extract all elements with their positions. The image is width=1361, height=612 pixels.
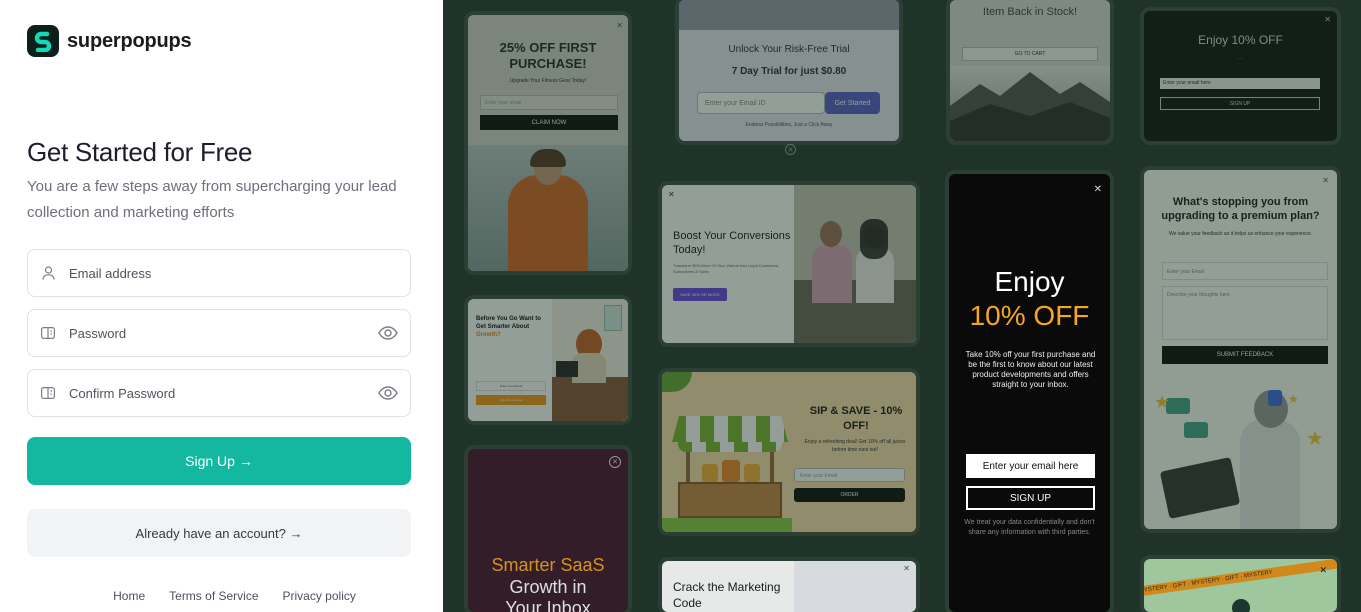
login-link-button[interactable]: Already have an account? → — [27, 509, 411, 557]
popup-email-input: Enter your email here — [1160, 78, 1320, 89]
go-to-cart-button: GO TO CART — [962, 47, 1098, 61]
popup-preview-saas: ✕ Smarter SaaS Growth in Your Inbox — [468, 449, 628, 612]
popup-footer-text: Endless Possibilities, Just a Click Away — [745, 122, 833, 128]
popup-body: Take 10% off your first purchase and be … — [965, 350, 1096, 389]
close-circle-icon: ✕ — [609, 456, 621, 468]
juice-stand-illustration — [662, 372, 792, 532]
popup-preview-growth: Before You Go Want to Get Smarter About … — [468, 299, 628, 421]
popup-title: 25% OFF FIRST PURCHASE! — [499, 40, 597, 71]
popup-preview-boost: ✕ Boost Your Conversions Today! Transfor… — [662, 185, 916, 343]
popup-subtitle: We value your feedback as it helps us en… — [1168, 231, 1313, 237]
popup-email-input: Enter your email — [480, 95, 618, 110]
popup-preview-marketing: Crack the Marketing Code ✕ — [662, 561, 916, 612]
popup-title: Boost Your Conversions Today! — [673, 230, 791, 256]
footer-home-link[interactable]: Home — [113, 589, 145, 603]
popup-title: SIP & SAVE - 10% OFF! — [809, 405, 903, 432]
model-hoodie-image — [468, 145, 628, 271]
signup-panel: superpopups Get Started for Free You are… — [0, 0, 443, 612]
password-field[interactable] — [27, 309, 411, 357]
popup-preview-feedback: ✕ What's stopping you from upgrading to … — [1144, 170, 1337, 529]
close-icon: ✕ — [616, 21, 623, 30]
popup-title-line3: Your Inbox — [505, 598, 591, 612]
popup-showcase: ✕ 25% OFF FIRST PURCHASE! Upgrade Your F… — [443, 0, 1361, 612]
mountain-image — [950, 66, 1110, 141]
popup-title-enjoy: Enjoy — [994, 266, 1065, 297]
close-circle-icon: ✕ — [785, 144, 796, 155]
popup-textarea: Describe your thoughts here — [1162, 286, 1328, 340]
popup-offer: 7 Day Trial for just $0.80 — [731, 66, 847, 77]
close-icon: ✕ — [1319, 565, 1327, 575]
popup-email-input: Enter Your Email — [476, 381, 546, 391]
page-subtitle: You are a few steps away from supercharg… — [27, 178, 397, 221]
person-laptop-illustration: ★ ★ ★ — [1144, 370, 1337, 529]
popup-title: Item Back in Stock! — [982, 6, 1078, 18]
show-confirm-password-eye-icon[interactable] — [378, 383, 398, 403]
brand-name: superpopups — [67, 29, 192, 52]
password-icon — [41, 386, 55, 400]
brand-logo[interactable]: superpopups — [27, 25, 192, 57]
footer-privacy-link[interactable]: Privacy policy — [283, 589, 356, 603]
popup-email-input: Enter your Email — [794, 468, 905, 482]
footer-links: Home Terms of Service Privacy policy — [0, 589, 443, 603]
popup-preview-enjoy-small: ✕ Enjoy 10% OFF ····· Enter your email h… — [1144, 11, 1337, 141]
popup-title-line2: Growth in — [509, 577, 587, 597]
superpopups-logo-icon — [27, 25, 59, 57]
popup-email-input: Enter your Email ID — [697, 92, 825, 114]
password-input[interactable] — [69, 325, 378, 341]
email-input[interactable] — [69, 265, 410, 281]
popup-preview-juice: SIP & SAVE - 10% OFF! Enjoy a refreshing… — [662, 372, 916, 532]
sign-me-up-button: Sign Me Up Now — [476, 395, 546, 405]
sign-up-button: SIGN UP — [966, 486, 1095, 510]
order-button: ORDER — [794, 488, 905, 502]
footer-terms-link[interactable]: Terms of Service — [169, 589, 258, 603]
popup-body: Enjoy a refreshing deal! Get 10% off all… — [804, 439, 906, 453]
submit-feedback-button: SUBMIT FEEDBACK — [1162, 346, 1328, 364]
page-title: Get Started for Free — [27, 137, 253, 167]
popup-preview-enjoy-large: ✕ Enjoy 10% OFF Take 10% off your first … — [949, 174, 1110, 612]
popup-title-off: 10% OFF — [969, 300, 1090, 331]
show-password-eye-icon[interactable] — [378, 323, 398, 343]
popup-email-input: Enter your Email — [1162, 262, 1328, 280]
popup-preview-stock: Item Back in Stock! GO TO CART — [950, 0, 1110, 141]
password-icon — [41, 326, 55, 340]
popup-email-input: Enter your email here — [966, 454, 1095, 478]
claim-now-button: CLAIM NOW — [480, 115, 618, 130]
popup-preview-fitness: ✕ 25% OFF FIRST PURCHASE! Upgrade Your F… — [468, 15, 628, 271]
popup-title: Unlock Your Risk-Free Trial — [728, 44, 850, 55]
sign-up-button: SIGN UP — [1160, 97, 1320, 110]
popup-subtitle: Upgrade Your Fitness Gear Today! — [509, 78, 587, 84]
sign-up-button[interactable]: Sign Up → — [27, 437, 411, 485]
woman-laptop-illustration — [552, 299, 628, 421]
user-icon — [41, 266, 55, 280]
people-photo — [794, 185, 916, 343]
popup-footer-text: We treat your data confidentially and do… — [964, 519, 1095, 536]
popup-preview-trial: Unlock Your Risk-Free Trial 7 Day Trial … — [679, 0, 899, 141]
popup-preview-mystery: MYSTERY · GIFT · MYSTERY · GIFT · MYSTER… — [1144, 559, 1337, 612]
popup-title: Enjoy 10% OFF — [1198, 33, 1283, 47]
close-icon: ✕ — [1322, 176, 1329, 185]
close-icon: ✕ — [903, 564, 910, 573]
confirm-password-input[interactable] — [69, 385, 378, 401]
close-icon: ✕ — [1093, 184, 1102, 195]
save-button: SAVE 40% OR MORE — [673, 288, 727, 301]
close-icon: ✕ — [668, 190, 675, 199]
get-started-button: Get Started — [825, 92, 880, 114]
email-field[interactable] — [27, 249, 411, 297]
popup-title: What's stopping you from upgrading to a … — [1161, 196, 1320, 222]
close-icon: ✕ — [1324, 15, 1331, 24]
popup-title: Before You Go Want to Get Smarter About … — [476, 316, 541, 338]
confirm-password-field[interactable] — [27, 369, 411, 417]
popup-title-line1: Smarter SaaS — [491, 555, 605, 575]
mystery-ribbon: MYSTERY · GIFT · MYSTERY · GIFT · MYSTER… — [1144, 559, 1337, 597]
popup-body: Transform 85% More Of Your Visitors Into… — [673, 263, 780, 274]
popup-title: Crack the Marketing Code — [673, 580, 781, 610]
